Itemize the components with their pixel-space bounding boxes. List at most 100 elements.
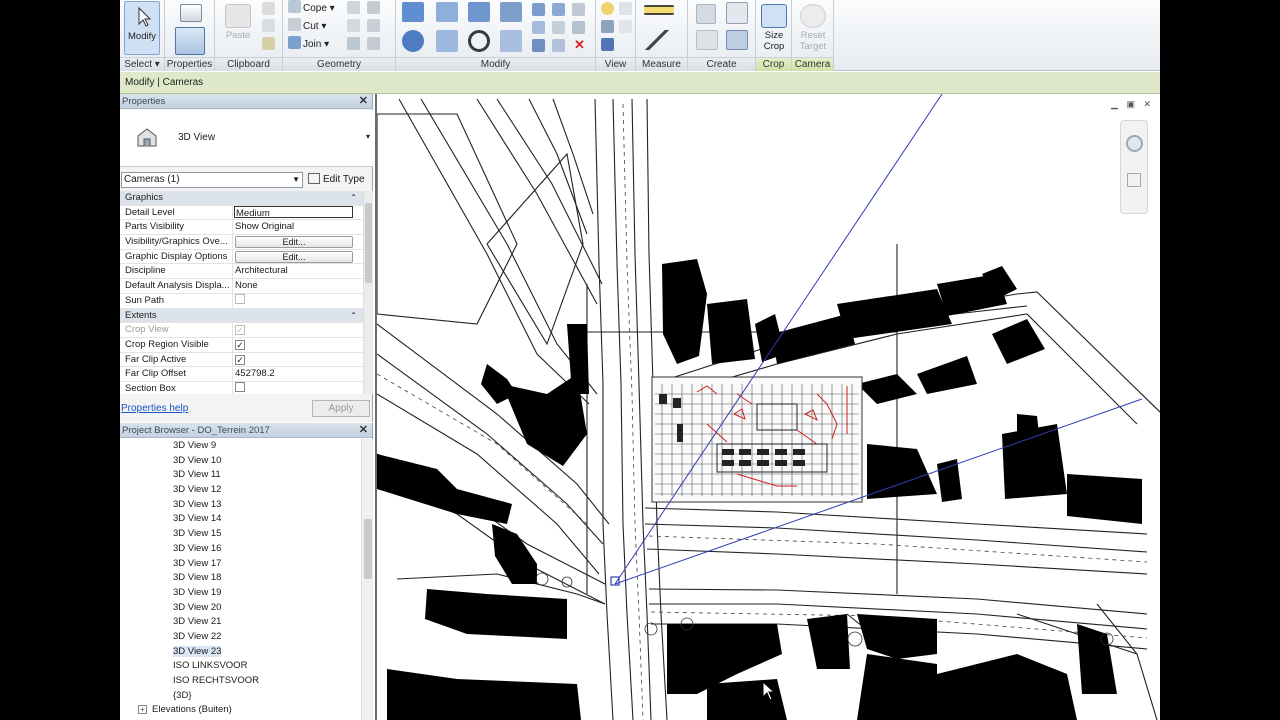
- create-assembly-icon[interactable]: [696, 4, 716, 24]
- property-value-cell[interactable]: ✓: [233, 353, 363, 367]
- split-face-icon[interactable]: [367, 1, 380, 14]
- pin-icon[interactable]: [532, 39, 545, 52]
- property-group-header[interactable]: Extents ⌃: [120, 308, 363, 324]
- browser-item[interactable]: 3D View 17: [120, 557, 361, 572]
- offset-icon[interactable]: [436, 2, 458, 22]
- trim-multiple-icon[interactable]: [572, 21, 585, 34]
- aligned-dimension-icon[interactable]: [644, 30, 670, 50]
- properties-titlebar[interactable]: Properties ✕: [120, 94, 372, 109]
- browser-item[interactable]: 3D View 10: [120, 454, 361, 469]
- mirror-draw-icon[interactable]: [500, 2, 522, 22]
- properties-icon[interactable]: [175, 27, 205, 55]
- browser-item[interactable]: 3D View 11: [120, 468, 361, 483]
- drawing-canvas[interactable]: ▁ ▣ ✕: [375, 94, 1160, 720]
- browser-scrollbar[interactable]: [361, 439, 373, 720]
- property-value[interactable]: 452798.2: [235, 368, 275, 379]
- mirror-axis-icon[interactable]: [468, 2, 490, 22]
- collapse-icon[interactable]: ⌃: [350, 191, 357, 206]
- trim-extend-icon[interactable]: [572, 3, 585, 16]
- modify-button[interactable]: Modify: [124, 1, 160, 55]
- browser-item[interactable]: 3D View 21: [120, 615, 361, 630]
- paint-icon[interactable]: [367, 19, 380, 32]
- angle-icon[interactable]: [347, 37, 360, 50]
- browser-item[interactable]: 3D View 22: [120, 630, 361, 645]
- property-value[interactable]: None: [235, 280, 258, 291]
- type-selector[interactable]: 3D View ▾: [120, 110, 373, 167]
- delete-icon[interactable]: ✕: [574, 38, 585, 51]
- browser-item[interactable]: 3D View 16: [120, 542, 361, 557]
- browser-item[interactable]: 3D View 20: [120, 601, 361, 616]
- create-similar-icon[interactable]: [726, 30, 748, 50]
- property-value-cell[interactable]: Medium: [233, 205, 363, 220]
- scale-icon[interactable]: [552, 21, 565, 34]
- property-value-cell[interactable]: ✓: [233, 323, 363, 337]
- copy-icon[interactable]: [262, 19, 275, 32]
- zoom-icon[interactable]: [1127, 173, 1141, 187]
- copy-element-icon[interactable]: [436, 30, 458, 52]
- property-checkbox[interactable]: [235, 381, 245, 392]
- browser-item[interactable]: 3D View 13: [120, 498, 361, 513]
- scissors-icon[interactable]: [262, 2, 275, 15]
- cut-button[interactable]: Cut ▾: [288, 18, 326, 35]
- browser-item[interactable]: 3D View 18: [120, 571, 361, 586]
- scroll-thumb[interactable]: [365, 203, 372, 283]
- create-parts-icon[interactable]: [726, 2, 748, 24]
- browser-item[interactable]: 3D View 12: [120, 483, 361, 498]
- override-graphics-icon[interactable]: [601, 20, 614, 33]
- scroll-thumb[interactable]: [364, 519, 372, 579]
- collapse-icon[interactable]: ⌃: [350, 309, 357, 324]
- select-dropdown[interactable]: Select ▾: [120, 57, 164, 71]
- browser-item[interactable]: ISO RECHTSVOOR: [120, 674, 361, 689]
- apply-button[interactable]: Apply: [312, 400, 370, 417]
- edit-button[interactable]: Edit...: [235, 250, 353, 263]
- property-value-cell[interactable]: [233, 293, 363, 308]
- close-icon[interactable]: ✕: [359, 94, 368, 109]
- browser-item-elevations[interactable]: + Elevations (Buiten): [120, 703, 361, 718]
- close-icon[interactable]: ✕: [359, 423, 368, 438]
- property-value-cell[interactable]: [233, 381, 363, 394]
- rotate-icon[interactable]: [468, 30, 490, 52]
- browser-item[interactable]: 3D View 14: [120, 512, 361, 527]
- split-gap-icon[interactable]: [552, 3, 565, 16]
- browser-item[interactable]: ISO LINKSVOOR: [120, 659, 361, 674]
- create-group-icon[interactable]: [696, 30, 718, 50]
- join-button[interactable]: Join ▾: [288, 36, 329, 53]
- array-icon[interactable]: [532, 21, 545, 34]
- demolish-icon[interactable]: [347, 19, 360, 32]
- chevron-down-icon[interactable]: ▾: [366, 132, 370, 141]
- hide-icon[interactable]: [619, 2, 632, 15]
- browser-item[interactable]: {3D}: [120, 689, 361, 704]
- browser-item[interactable]: 3D View 15: [120, 527, 361, 542]
- match-properties-icon[interactable]: [262, 37, 275, 50]
- split-icon[interactable]: [532, 3, 545, 16]
- reset-target-button[interactable]: Reset Target: [795, 1, 831, 55]
- properties-scrollbar[interactable]: [363, 191, 373, 394]
- paste-button[interactable]: Paste: [220, 1, 256, 55]
- browser-item[interactable]: 3D View 23: [120, 645, 361, 660]
- wall-joins-icon[interactable]: [347, 1, 360, 14]
- type-properties-icon[interactable]: [180, 4, 202, 22]
- property-checkbox[interactable]: ✓: [235, 354, 245, 365]
- property-value[interactable]: Show Original: [235, 221, 294, 232]
- select-box-icon[interactable]: [601, 38, 614, 51]
- property-value-cell[interactable]: Show Original: [233, 220, 363, 234]
- property-value-cell[interactable]: ✓: [233, 338, 363, 352]
- pick-icon[interactable]: [367, 37, 380, 50]
- property-value-input[interactable]: Medium: [234, 205, 353, 219]
- expand-icon[interactable]: +: [138, 705, 147, 715]
- project-browser-titlebar[interactable]: Project Browser - DO_Terrein 2017 ✕: [120, 423, 372, 438]
- property-value-cell[interactable]: Edit...: [233, 235, 363, 249]
- cope-button[interactable]: Cope ▾: [288, 0, 335, 17]
- property-checkbox[interactable]: ✓: [235, 339, 245, 350]
- linework-icon[interactable]: [619, 20, 632, 33]
- property-value-cell[interactable]: Edit...: [233, 250, 363, 264]
- browser-item[interactable]: 3D View 19: [120, 586, 361, 601]
- properties-help-link[interactable]: Properties help: [121, 403, 188, 414]
- measure-icon[interactable]: [644, 5, 674, 15]
- instance-filter-dropdown[interactable]: Cameras (1) ▼: [121, 172, 303, 188]
- browser-item[interactable]: 3D View 9: [120, 439, 361, 454]
- property-group-header[interactable]: Graphics ⌃: [120, 191, 363, 206]
- lightbulb-icon[interactable]: [601, 2, 614, 15]
- trim-icon[interactable]: [500, 30, 522, 52]
- edit-button[interactable]: Edit...: [235, 236, 353, 249]
